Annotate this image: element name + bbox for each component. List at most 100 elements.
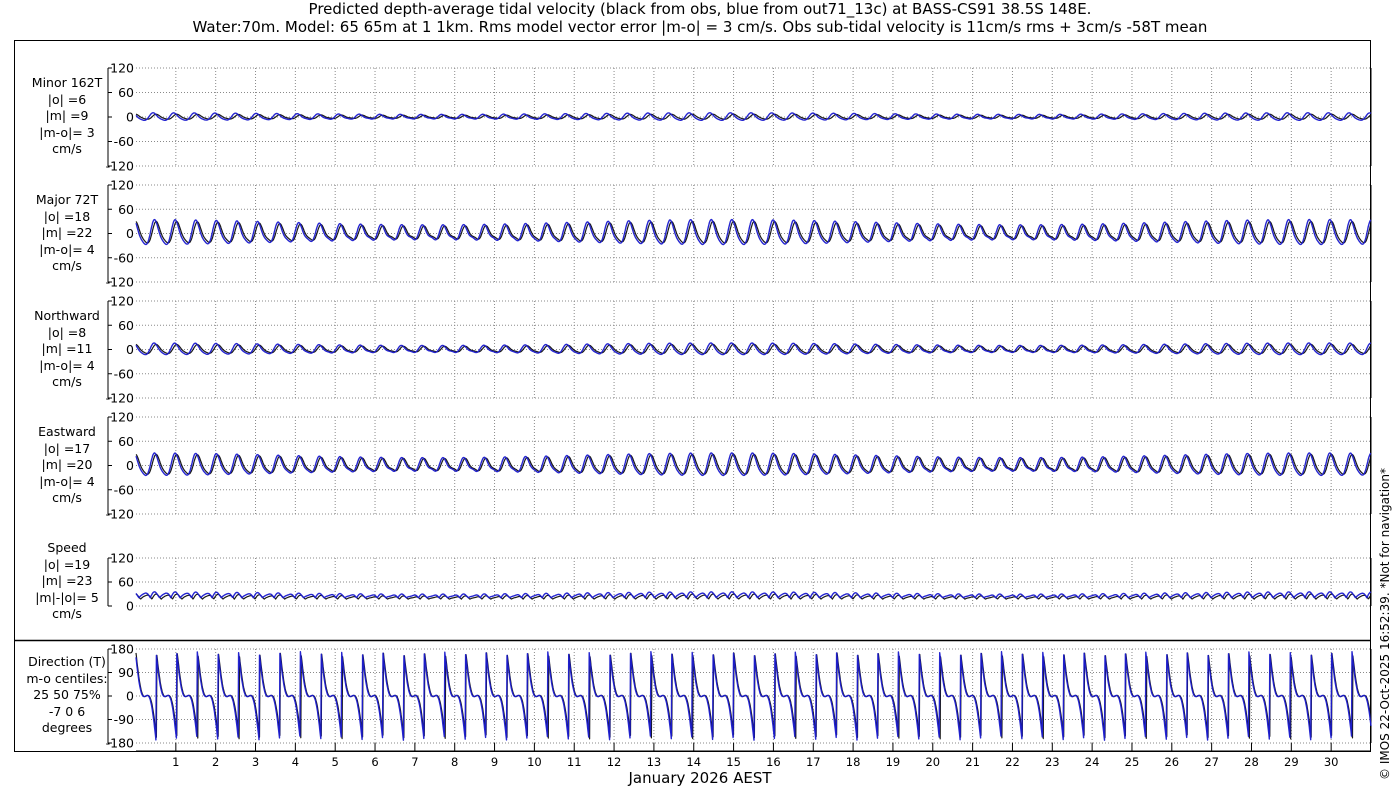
x-tick-label: 9 [491, 755, 498, 769]
y-tick-label: 120 [110, 410, 134, 425]
panel-label-line: |m-o|= 4 [39, 473, 95, 489]
y-tick-label: 120 [110, 178, 134, 193]
x-tick-label: 18 [846, 755, 861, 769]
y-tick-label: 120 [110, 61, 134, 76]
panel-speed: 060120 [107, 551, 1372, 614]
x-tick-label: 19 [886, 755, 901, 769]
x-tick-label: 21 [965, 755, 980, 769]
panel-label-line: |o| =18 [43, 208, 91, 224]
series-line-model [135, 651, 1372, 741]
x-tick-label: 17 [806, 755, 821, 769]
y-tick-label: 0 [126, 342, 134, 357]
y-tick-label: 90 [118, 665, 134, 680]
x-tick-label: 29 [1284, 755, 1299, 769]
x-tick-label: 16 [766, 755, 781, 769]
y-tick-label: -120 [106, 507, 134, 522]
panel-label-line: |o| =8 [47, 324, 87, 340]
panel-label-east: Eastward |o| =17 |m| =20 |m-o|= 4 cm/s [14, 424, 120, 507]
x-tick-label: 14 [686, 755, 701, 769]
panel-label-line: |o| =19 [43, 556, 91, 572]
y-tick-label: 60 [118, 202, 134, 217]
x-tick-label: 15 [726, 755, 741, 769]
y-tick-label: 60 [118, 318, 134, 333]
panel-east: -120-60060120 [106, 410, 1372, 522]
y-tick-label: 60 [118, 575, 134, 590]
panel-minor: -120-60060120 [106, 61, 1372, 174]
x-tick-label: 27 [1204, 755, 1219, 769]
x-tick-label: 13 [647, 755, 662, 769]
panel-label-line: cm/s [52, 606, 82, 621]
panel-label-minor: Minor 162T |o| =6 |m| =9 |m-o|= 3 cm/s [14, 75, 120, 158]
y-tick-label: 0 [126, 689, 134, 704]
panel-label-line: |m-o|= 3 [39, 124, 95, 140]
panel-label-line: Northward [34, 308, 100, 323]
x-tick-label: 23 [1045, 755, 1060, 769]
y-tick-label: -120 [106, 159, 134, 174]
y-tick-label: 0 [126, 226, 134, 241]
panel-label-speed: Speed |o| =19 |m| =23 |m|-|o|= 5 cm/s [14, 540, 120, 623]
panel-label-north: Northward |o| =8 |m| =11 |m-o|= 4 cm/s [14, 308, 120, 391]
y-tick-label: 0 [126, 458, 134, 473]
x-tick-label: 4 [292, 755, 299, 769]
panel-label-line: |m-o|= 4 [39, 357, 95, 373]
x-tick-label: 10 [527, 755, 542, 769]
chart-figure: -120-60060120-120-60060120-120-60060120-… [14, 40, 1372, 769]
panel-label-line: |o| =6 [47, 91, 87, 107]
x-tick-label: 25 [1125, 755, 1140, 769]
panel-label-line: Minor 162T [31, 75, 103, 90]
x-tick-label: 26 [1164, 755, 1179, 769]
panel-north: -120-60060120 [106, 294, 1372, 406]
y-tick-label: -180 [106, 736, 134, 751]
y-tick-label: 120 [110, 294, 134, 309]
panel-label-line: |m| =22 [41, 225, 93, 240]
x-tick-label: 30 [1324, 755, 1339, 769]
panel-label-line: cm/s [52, 374, 82, 389]
panel-label-line: |m| =23 [41, 573, 93, 588]
panel-label-line: Major 72T [35, 192, 99, 207]
panel-major: -120-60060120 [106, 178, 1372, 290]
y-tick-label: -120 [106, 391, 134, 406]
x-tick-label: 20 [925, 755, 940, 769]
panel-label-line: m-o centiles: [26, 670, 108, 686]
panel-label-line: -7 0 6 [48, 703, 86, 719]
panel-label-major: Major 72T |o| =18 |m| =22 |m-o|= 4 cm/s [14, 192, 120, 275]
panel-label-direction: Direction (T) m-o centiles: 25 50 75% -7… [14, 654, 120, 737]
panel-label-line: |m| =20 [41, 457, 93, 472]
panel-label-line: |m| =11 [41, 341, 93, 356]
panel-label-line: 25 50 75% [33, 687, 101, 702]
series-line-model [135, 218, 1372, 246]
figure-frame [14, 40, 1371, 752]
panel-label-line: degrees [41, 720, 93, 735]
copyright-credit: © IMOS 22-Oct-2025 16:52:39. *Not for na… [1378, 468, 1392, 780]
x-tick-label: 28 [1244, 755, 1259, 769]
panel-label-line: cm/s [52, 258, 82, 273]
x-tick-label: 22 [1005, 755, 1020, 769]
y-tick-label: -120 [106, 275, 134, 290]
panel-label-line: |m-o|= 4 [39, 241, 95, 257]
panel-dir: -180-90090180 [106, 642, 1372, 751]
x-axis-label: January 2026 AEST [628, 769, 772, 787]
panel-label-line: |m| =9 [45, 108, 89, 123]
y-tick-label: 60 [118, 85, 134, 100]
x-tick-label: 2 [212, 755, 219, 769]
panel-label-line: cm/s [52, 490, 82, 505]
x-tick-label: 24 [1085, 755, 1100, 769]
x-tick-label: 11 [567, 755, 582, 769]
x-tick-label: 7 [411, 755, 418, 769]
series-line-model [135, 112, 1372, 121]
panel-label-line: Direction (T) [28, 654, 106, 669]
y-tick-label: 0 [126, 599, 134, 614]
x-tick-label: 1 [172, 755, 179, 769]
panel-label-line: Speed [47, 540, 87, 555]
x-tick-label: 8 [451, 755, 458, 769]
x-tick-label: 6 [371, 755, 378, 769]
panel-label-line: |m|-|o|= 5 [35, 589, 99, 605]
panel-label-line: Eastward [38, 424, 96, 439]
y-tick-label: 60 [118, 434, 134, 449]
x-tick-label: 3 [252, 755, 259, 769]
panel-label-line: |o| =17 [43, 440, 91, 456]
x-tick-label: 5 [332, 755, 339, 769]
y-tick-label: 0 [126, 110, 134, 125]
x-tick-label: 12 [607, 755, 622, 769]
series-line-model [135, 342, 1372, 356]
